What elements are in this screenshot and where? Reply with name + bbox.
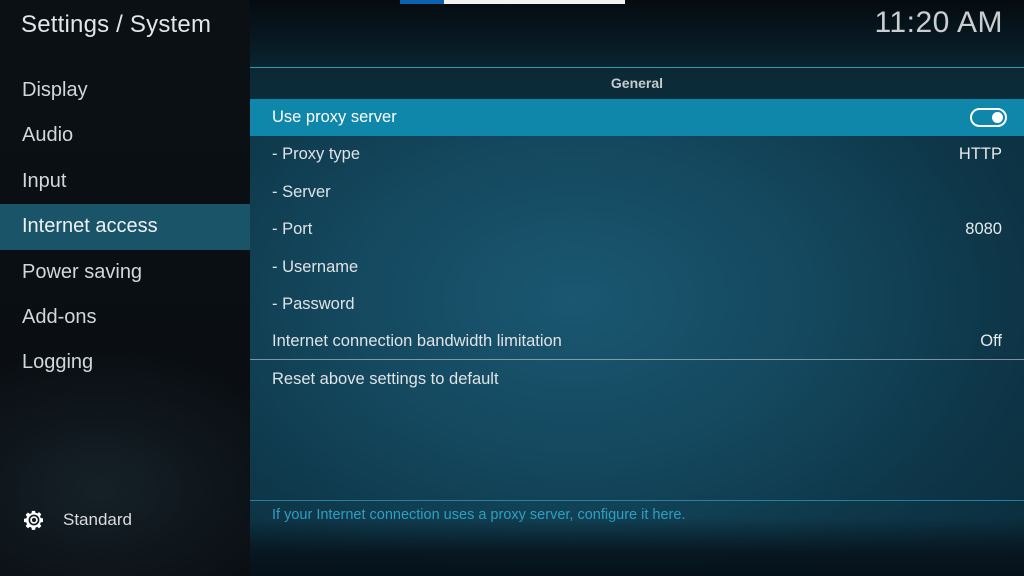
gear-icon xyxy=(22,508,46,532)
panel-bottom-gradient xyxy=(250,518,1024,576)
setting-row-password[interactable]: - Password xyxy=(250,286,1024,323)
kodi-settings-screen: General Use proxy server - Proxy type HT… xyxy=(0,0,1024,576)
setting-row-username[interactable]: - Username xyxy=(250,249,1024,286)
setting-label: - Server xyxy=(272,182,331,201)
setting-label: - Proxy type xyxy=(272,145,361,164)
setting-row-bandwidth-limitation[interactable]: Internet connection bandwidth limitation… xyxy=(250,323,1024,360)
hint-separator xyxy=(250,500,1024,501)
settings-level-selector[interactable]: Standard xyxy=(22,508,132,532)
settings-level-label: Standard xyxy=(63,510,132,529)
loading-bar-progress xyxy=(400,0,444,4)
sidebar-nav: Display Audio Input Internet access Powe… xyxy=(0,68,250,386)
sidebar-item-label: Audio xyxy=(22,124,74,147)
settings-group-header: General xyxy=(250,68,1024,99)
setting-label: - Password xyxy=(272,294,355,313)
setting-value[interactable]: Off xyxy=(980,323,1002,360)
sidebar-item-internet-access[interactable]: Internet access xyxy=(0,204,250,250)
setting-row-reset-to-default[interactable]: Reset above settings to default xyxy=(250,361,1024,398)
sidebar-item-label: Internet access xyxy=(22,215,158,238)
sidebar-item-label: Logging xyxy=(22,351,94,374)
setting-label: Internet connection bandwidth limitation xyxy=(272,332,562,351)
sidebar-item-label: Add-ons xyxy=(22,305,97,328)
sidebar-item-logging[interactable]: Logging xyxy=(0,340,250,385)
setting-label: Reset above settings to default xyxy=(272,369,499,388)
setting-row-proxy-type[interactable]: - Proxy type HTTP xyxy=(250,136,1024,173)
sidebar-item-label: Input xyxy=(22,169,67,192)
setting-row-port[interactable]: - Port 8080 xyxy=(250,211,1024,248)
setting-row-server[interactable]: - Server xyxy=(250,174,1024,211)
settings-rows: Use proxy server - Proxy type HTTP - Ser… xyxy=(250,99,1024,398)
sidebar-item-input[interactable]: Input xyxy=(0,159,250,204)
clock: 11:20 AM xyxy=(874,6,1003,39)
setting-label: - Username xyxy=(272,257,359,276)
setting-value[interactable]: HTTP xyxy=(959,136,1002,173)
sidebar-item-power-saving[interactable]: Power saving xyxy=(0,250,250,295)
sidebar-item-label: Power saving xyxy=(22,260,143,283)
page-loading-bar xyxy=(400,0,625,4)
sidebar-item-display[interactable]: Display xyxy=(0,68,250,113)
setting-hint-text: If your Internet connection uses a proxy… xyxy=(272,507,686,523)
setting-label: Use proxy server xyxy=(272,108,397,126)
sidebar: Settings / System Display Audio Input In… xyxy=(0,0,250,576)
sidebar-item-audio[interactable]: Audio xyxy=(0,113,250,158)
sidebar-item-add-ons[interactable]: Add-ons xyxy=(0,295,250,340)
use-proxy-server-toggle[interactable] xyxy=(970,108,1007,127)
settings-panel: General Use proxy server - Proxy type HT… xyxy=(250,0,1024,576)
setting-row-use-proxy-server[interactable]: Use proxy server xyxy=(250,99,1024,137)
sidebar-item-label: Display xyxy=(22,79,88,101)
toggle-knob xyxy=(992,112,1003,123)
settings-divider xyxy=(250,359,1024,360)
setting-label: - Port xyxy=(272,220,313,239)
page-title: Settings / System xyxy=(21,11,212,38)
setting-value[interactable]: 8080 xyxy=(965,211,1002,248)
